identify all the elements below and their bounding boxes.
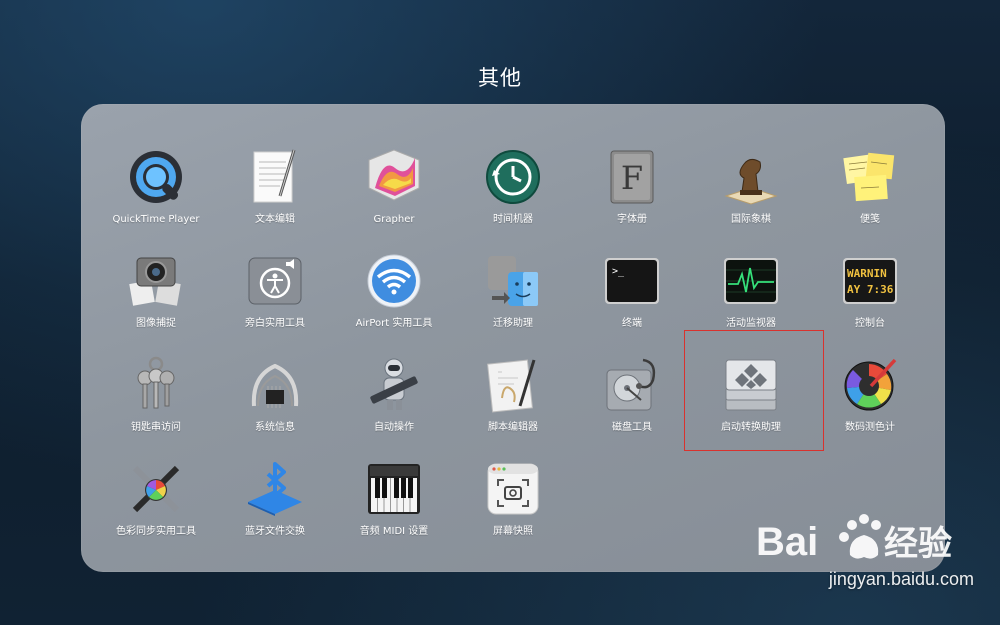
app-label: 控制台	[855, 318, 885, 329]
textedit-icon	[246, 148, 304, 206]
highlight-box	[684, 330, 824, 451]
baidu-jingyan-watermark: Bai 经验 jingyan.baidu.com	[754, 511, 974, 603]
stickies-icon	[841, 148, 899, 206]
app-label: 终端	[622, 318, 642, 329]
app-bluetooth-file-exchange[interactable]: 蓝牙文件交换	[216, 460, 334, 556]
app-screenshot[interactable]: 屏幕快照	[454, 460, 572, 556]
keychain-access-icon	[127, 356, 185, 414]
activity-monitor-icon	[722, 252, 780, 310]
app-keychain-access[interactable]: 钥匙串访问	[97, 356, 215, 452]
app-textedit[interactable]: 文本编辑	[216, 148, 334, 244]
app-label: 系统信息	[255, 422, 295, 433]
app-stickies[interactable]: 便笺	[811, 148, 929, 244]
app-chess[interactable]: 国际象棋	[692, 148, 810, 244]
app-label: 蓝牙文件交换	[245, 526, 305, 537]
app-label: 字体册	[617, 214, 647, 225]
airport-utility-icon	[365, 252, 423, 310]
script-editor-icon	[484, 356, 542, 414]
app-label: 文本编辑	[255, 214, 295, 225]
app-label: 国际象棋	[731, 214, 771, 225]
app-quicktime-player[interactable]: QuickTime Player	[97, 148, 215, 244]
app-label: 时间机器	[493, 214, 533, 225]
disk-utility-icon	[603, 356, 661, 414]
app-airport-utility[interactable]: AirPort 实用工具	[335, 252, 453, 348]
bluetooth-file-exchange-icon	[246, 460, 304, 518]
console-text-line2: AY 7:36	[847, 283, 894, 296]
grapher-icon	[365, 148, 423, 206]
app-voiceover-utility[interactable]: 旁白实用工具	[216, 252, 334, 348]
app-font-book[interactable]: F 字体册	[573, 148, 691, 244]
app-image-capture[interactable]: 图像捕捉	[97, 252, 215, 348]
app-terminal[interactable]: >_ 终端	[573, 252, 691, 348]
app-script-editor[interactable]: 脚本编辑器	[454, 356, 572, 452]
app-disk-utility[interactable]: 磁盘工具	[573, 356, 691, 452]
app-label: 钥匙串访问	[131, 422, 181, 433]
baidu-logo-text: Bai	[756, 520, 818, 564]
colorsync-utility-icon	[127, 460, 185, 518]
app-automator[interactable]: 自动操作	[335, 356, 453, 452]
folder-title[interactable]: 其他	[0, 62, 1000, 92]
app-audio-midi-setup[interactable]: 音频 MIDI 设置	[335, 460, 453, 556]
digital-color-meter-icon	[841, 356, 899, 414]
app-time-machine[interactable]: 时间机器	[454, 148, 572, 244]
app-label: 迁移助理	[493, 318, 533, 329]
app-label: Grapher	[373, 214, 415, 225]
screenshot-icon	[484, 460, 542, 518]
app-label: 数码测色计	[845, 422, 895, 433]
app-label: 便笺	[860, 214, 880, 225]
font-book-icon: F	[603, 148, 661, 206]
image-capture-icon	[127, 252, 185, 310]
system-information-icon	[246, 356, 304, 414]
terminal-prompt: >_	[612, 266, 625, 277]
app-colorsync-utility[interactable]: 色彩同步实用工具	[97, 460, 215, 556]
jingyan-text: 经验	[884, 524, 952, 564]
console-text-line1: WARNIN	[847, 267, 887, 280]
app-label: 自动操作	[374, 422, 414, 433]
watermark-url: jingyan.baidu.com	[828, 569, 974, 589]
app-system-information[interactable]: 系统信息	[216, 356, 334, 452]
quicktime-icon	[127, 148, 185, 206]
app-label: 屏幕快照	[493, 526, 533, 537]
automator-icon	[365, 356, 423, 414]
app-console[interactable]: WARNIN AY 7:36 控制台	[811, 252, 929, 348]
app-migration-assistant[interactable]: 迁移助理	[454, 252, 572, 348]
audio-midi-setup-icon	[365, 460, 423, 518]
app-digital-color-meter[interactable]: 数码测色计	[811, 356, 929, 452]
chess-icon	[722, 148, 780, 206]
app-label: 旁白实用工具	[245, 318, 305, 329]
app-label: 脚本编辑器	[488, 422, 538, 433]
app-label: 活动监视器	[726, 318, 776, 329]
app-label: 图像捕捉	[136, 318, 176, 329]
app-label: 磁盘工具	[612, 422, 652, 433]
app-label: QuickTime Player	[112, 214, 200, 225]
app-label: 色彩同步实用工具	[116, 526, 196, 537]
app-label: 音频 MIDI 设置	[359, 526, 429, 537]
voiceover-utility-icon	[246, 252, 304, 310]
app-grapher[interactable]: Grapher	[335, 148, 453, 244]
app-label: AirPort 实用工具	[355, 318, 433, 329]
terminal-icon: >_	[603, 252, 661, 310]
migration-assistant-icon	[484, 252, 542, 310]
time-machine-icon	[484, 148, 542, 206]
console-icon: WARNIN AY 7:36	[841, 252, 899, 310]
font-book-glyph: F	[621, 159, 643, 197]
paw-icon	[839, 514, 881, 559]
baidu-logo: Bai 经验	[756, 514, 952, 564]
